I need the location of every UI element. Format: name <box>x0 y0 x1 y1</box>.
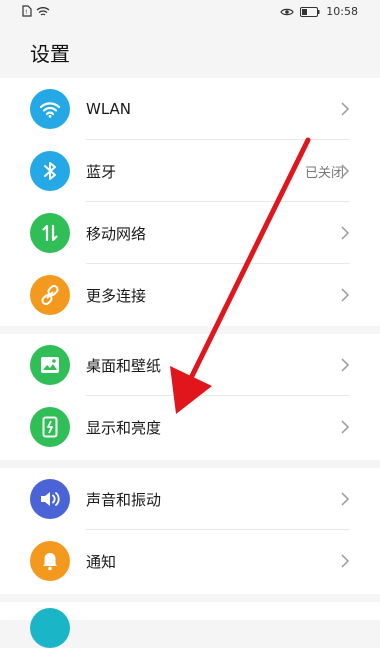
settings-group-partial <box>0 602 380 648</box>
chevron-right-icon <box>341 492 350 506</box>
sim-icon: ! <box>22 5 32 17</box>
wifi-icon <box>30 89 70 129</box>
settings-item-display-brightness[interactable]: 显示和亮度 <box>0 396 380 458</box>
bluetooth-icon <box>30 151 70 191</box>
status-left-icons: ! <box>22 5 50 17</box>
speaker-icon <box>30 479 70 519</box>
settings-item-label: WLAN <box>86 100 132 118</box>
settings-item-label: 声音和振动 <box>86 490 162 509</box>
partial-item-icon <box>30 608 70 648</box>
settings-item-label: 桌面和壁纸 <box>86 356 162 375</box>
chevron-right-icon <box>341 288 350 302</box>
chevron-right-icon <box>341 164 350 178</box>
eye-icon <box>280 7 294 17</box>
chevron-right-icon <box>341 226 350 240</box>
image-icon <box>30 345 70 385</box>
settings-item-more-connections[interactable]: 更多连接 <box>0 264 380 326</box>
settings-item-wlan[interactable]: WLAN <box>0 78 380 140</box>
settings-item-value: 已关闭 <box>304 165 344 181</box>
settings-item-label: 通知 <box>86 552 117 571</box>
settings-item-bluetooth[interactable]: 蓝牙 已关闭 <box>0 140 380 202</box>
bell-icon <box>30 541 70 581</box>
settings-item-label: 更多连接 <box>86 286 147 305</box>
chevron-right-icon <box>341 554 350 568</box>
chevron-right-icon <box>341 102 350 116</box>
status-time: 10:58 <box>326 5 358 18</box>
page-title: 设置 <box>30 42 70 66</box>
mobile-data-icon <box>30 213 70 253</box>
status-bar: ! 10:58 <box>0 0 380 26</box>
settings-item-mobile-network[interactable]: 移动网络 <box>0 202 380 264</box>
settings-item-notifications[interactable]: 通知 <box>0 530 380 592</box>
settings-item-label: 蓝牙 <box>86 162 117 181</box>
brightness-icon <box>30 407 70 447</box>
wifi-status-icon <box>36 6 50 17</box>
settings-item-label: 移动网络 <box>86 224 147 243</box>
svg-text:!: ! <box>25 9 27 16</box>
settings-group-display: 桌面和壁纸 显示和亮度 <box>0 334 380 460</box>
settings-item-sound-vibration[interactable]: 声音和振动 <box>0 468 380 530</box>
settings-group-connectivity: WLAN 蓝牙 已关闭 移动网络 更多连接 <box>0 78 380 326</box>
battery-icon <box>300 6 320 17</box>
settings-group-sound: 声音和振动 通知 <box>0 468 380 594</box>
chevron-right-icon <box>341 420 350 434</box>
link-icon <box>30 275 70 315</box>
chevron-right-icon <box>341 358 350 372</box>
settings-item-wallpaper[interactable]: 桌面和壁纸 <box>0 334 380 396</box>
status-right-icons: 10:58 <box>280 5 358 18</box>
settings-item-label: 显示和亮度 <box>86 418 162 437</box>
